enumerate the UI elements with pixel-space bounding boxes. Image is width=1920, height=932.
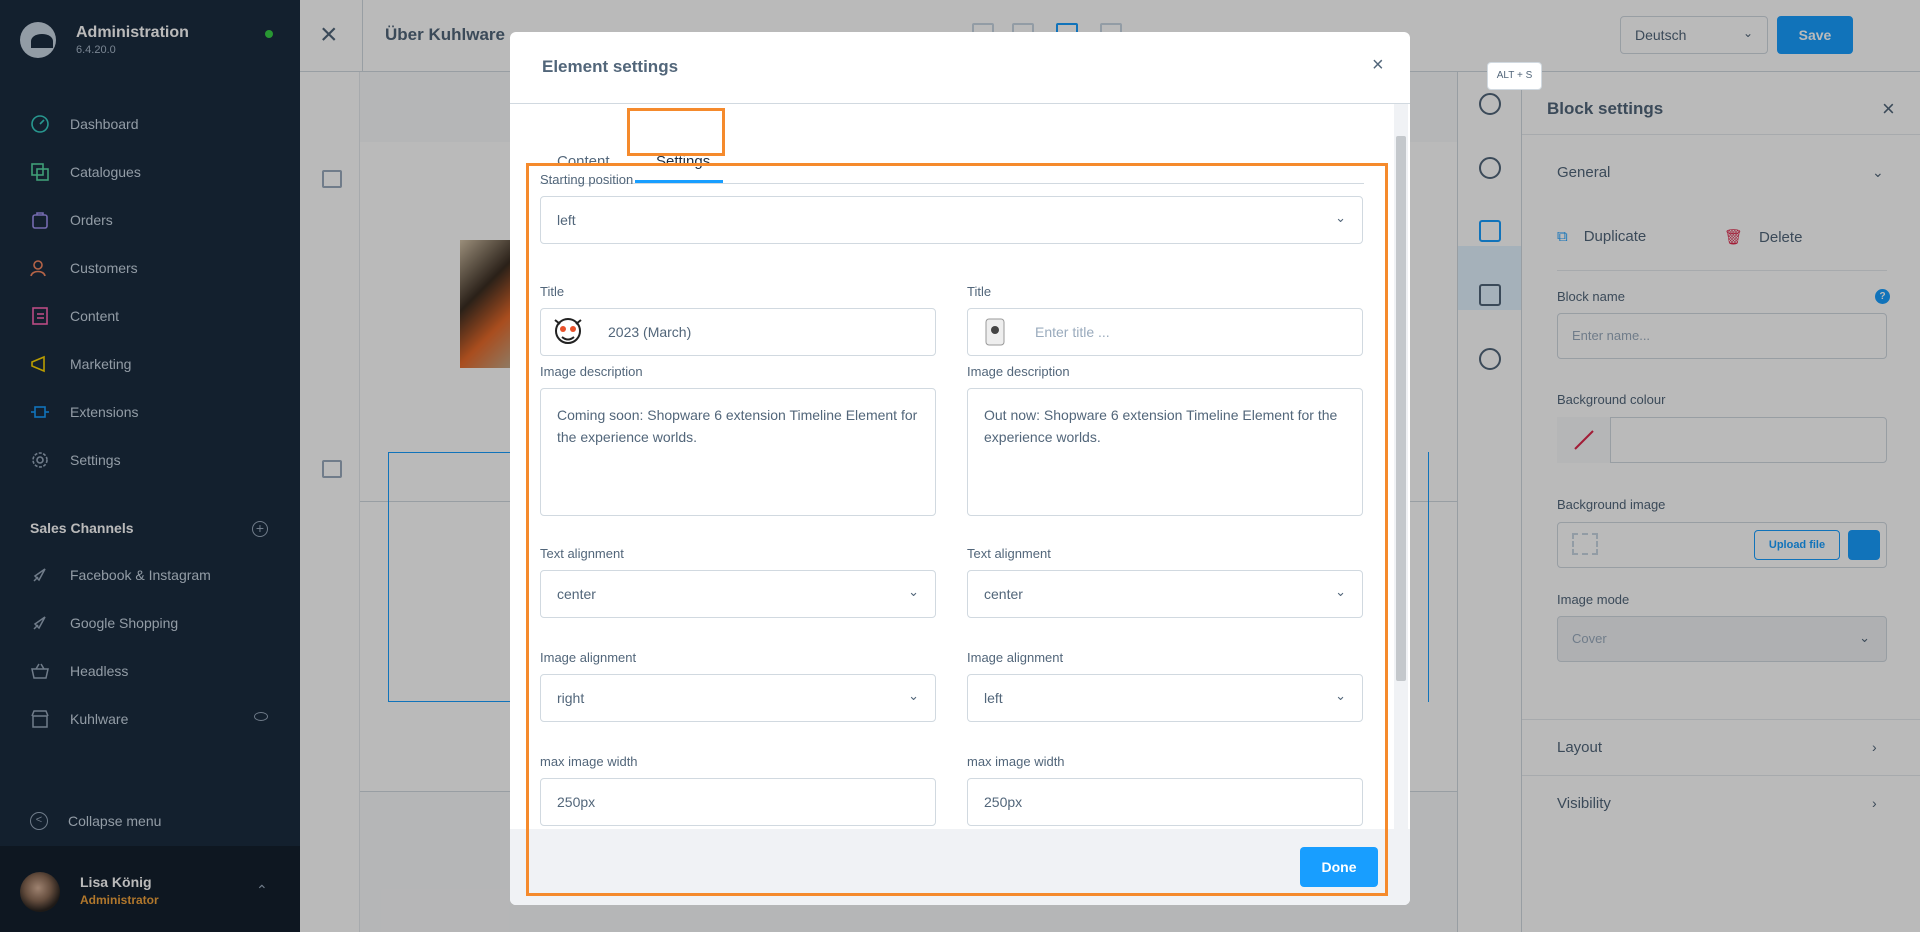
save-shortcut-tooltip: ALT + S [1487, 62, 1542, 90]
close-icon[interactable]: × [1372, 54, 1384, 77]
settings-highlight [526, 163, 1388, 896]
modal-header: Element settings × [510, 32, 1410, 104]
modal-title: Element settings [542, 57, 679, 76]
tab-highlight [627, 108, 725, 156]
element-settings-modal: Element settings × Content Settings Star… [510, 32, 1410, 905]
modal-scrollbar[interactable] [1394, 104, 1408, 829]
scrollbar-thumb[interactable] [1396, 136, 1406, 681]
